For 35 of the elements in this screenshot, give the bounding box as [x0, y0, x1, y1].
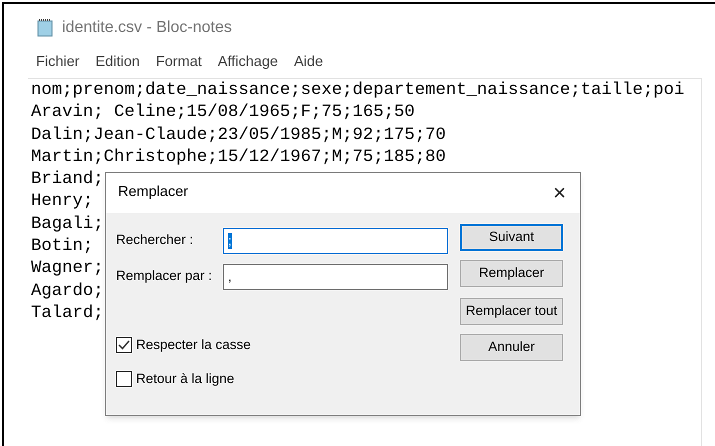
window-title: identite.csv - Bloc-notes [62, 18, 232, 38]
text-line: Agardo; [31, 280, 104, 303]
text-input[interactable]: ; [223, 228, 448, 254]
text-line: Dalin;Jean-Claude;23/05/1985;M;92;175;70 [31, 124, 446, 147]
check-icon [118, 340, 130, 350]
text-line: Talard; [31, 302, 104, 325]
input-value: , [228, 268, 232, 284]
notepad-icon [36, 19, 54, 37]
text-line: Wagner; [31, 258, 104, 280]
text-line: Henry; [31, 191, 94, 214]
field-label: Rechercher : [116, 231, 194, 250]
checkbox-label: Respecter la casse [136, 336, 251, 354]
menu-item[interactable]: Fichier [34, 52, 82, 74]
input-value: ; [228, 232, 232, 248]
text-line: nom;prenom;date_naissance;sexe;departement_naissance;taille;poi [31, 80, 684, 102]
text-line: Aravin; Celine;15/08/1965;F;75;165;50 [31, 102, 415, 124]
text-line: Briand; [31, 169, 104, 192]
menu-item[interactable]: Edition [94, 52, 142, 74]
dialog-button[interactable]: Remplacer [460, 260, 563, 287]
checkbox[interactable] [116, 337, 132, 354]
dialog-button[interactable]: Remplacer tout [460, 298, 563, 325]
text-line: Bagali; [31, 214, 104, 236]
text-line: Martin;Christophe;15/12/1967;M;75;185;80 [31, 146, 446, 169]
menu-item[interactable]: Affichage [216, 52, 280, 74]
checkbox-label: Retour à la ligne [136, 370, 234, 388]
text-input[interactable]: , [223, 264, 448, 290]
dialog-button[interactable]: Suivant [460, 224, 563, 251]
field-label: Remplacer par : [116, 267, 214, 286]
menu-item[interactable]: Format [154, 52, 204, 74]
dialog-button[interactable]: Annuler [460, 334, 563, 361]
dialog-title: Remplacer [118, 183, 188, 202]
menu-item[interactable]: Aide [292, 52, 326, 74]
close-button[interactable]: × [553, 182, 566, 204]
text-line: Botin; [31, 236, 94, 258]
checkbox[interactable] [116, 371, 132, 388]
